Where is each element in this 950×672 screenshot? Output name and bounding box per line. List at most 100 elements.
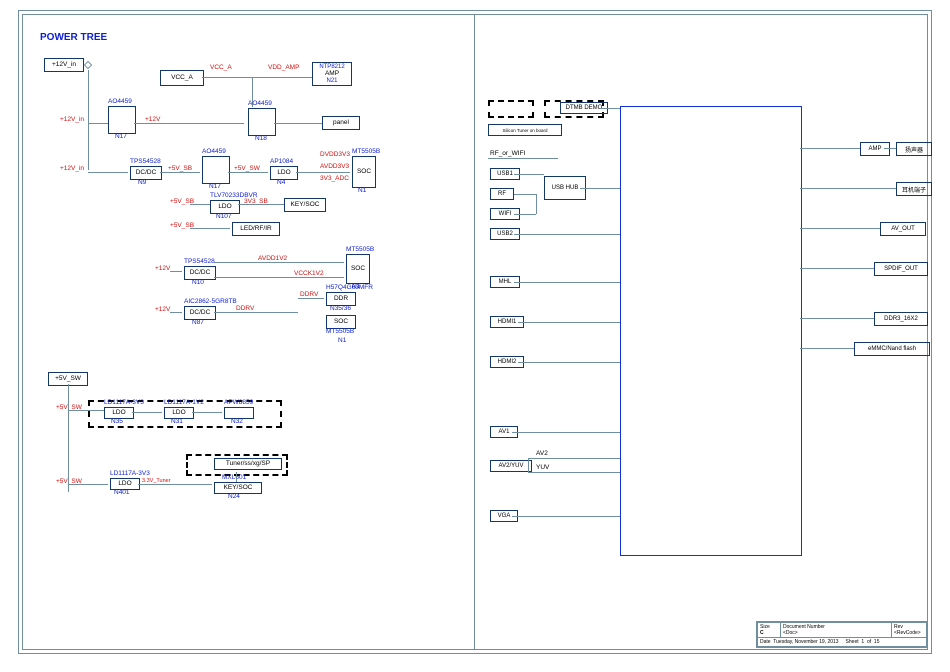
wire [518,362,620,363]
wire [134,123,244,124]
wire [68,484,108,485]
rf-wifi-label: RF_or_WIFI [490,150,525,157]
ao4459-2-box [248,108,276,136]
wire [214,277,344,278]
wire [514,214,536,215]
wire [600,108,620,109]
wire [88,172,128,173]
amp-out-box: AMP [860,142,890,156]
wire [236,472,237,482]
wire [514,234,620,235]
wire [580,188,620,189]
tlv-box: LDO [210,200,240,214]
tps-2-box: DC/DC [184,266,216,280]
n10: N10 [192,279,204,286]
n35: N35/36 [330,305,351,312]
n4: N4 [277,179,285,186]
center-divider [474,14,475,650]
wire [518,322,620,323]
n87: N87 [192,319,204,326]
wire [274,123,322,124]
ddr-box: DDR [326,292,356,306]
n17-1: N17 [115,133,127,140]
panel-box: panel [322,116,360,130]
ap1084: AP1084 [270,158,293,165]
n9: N9 [138,179,146,186]
page-title: POWER TREE [40,32,107,43]
wire [214,262,344,263]
ao4459-1-box [108,106,136,134]
wire [884,148,896,149]
net-ddrv-1: DDRV [236,305,254,312]
ao4459-3-box [202,156,230,184]
wire [800,228,880,229]
wire [190,204,210,205]
mt5505b-3: MT5505B [326,328,354,335]
av2-label: AV2 [536,450,548,457]
n107: N107 [216,213,232,220]
h57q: H57Q4G63MFR [326,284,373,291]
wire [800,318,874,319]
tps-1: TPS54528 [130,158,161,165]
wire [170,312,182,313]
n1-3: N1 [338,337,346,344]
emmc-box: eMMC/Nand flash [854,342,930,356]
ld1117-3v3-b: LD1117A-3V3 [110,470,150,477]
net-12vin: +12V_in [60,116,84,123]
net-avdd1v2: AVDD1V2 [258,255,287,262]
n17-2: N17 [209,183,221,190]
wire [88,70,89,170]
wire [512,516,620,517]
net-12vin-2: +12V_in [60,165,84,172]
ld1117-1v2: LD1117A-1V2 [164,399,204,406]
soc-3-box: SOC [326,315,356,329]
av2yuv-box: AV2/YUV [490,460,532,472]
mxl601: MXL601 [222,474,246,481]
amp-chip: NTP8212 AMP N21 [312,62,352,86]
net-avdd3v3: AVDD3V3 [320,163,349,170]
n35b: N35 [111,418,123,425]
wire [514,282,620,283]
wire [214,312,298,313]
title-block: SizeC Document Number<Doc> Rev<RevCode> … [756,621,928,648]
n1-1: N1 [358,187,366,194]
soc-2-box: SOC [346,254,370,284]
net-ddrv-2: DDRV [300,291,318,298]
net-12v-2: +12V [155,265,170,272]
net-vdd-amp: VDD_AMP [268,64,299,71]
spdif-box: SPDIF_OUT [874,262,928,276]
wire [68,384,69,492]
wire [202,77,252,78]
aic-box: DC/DC [184,306,216,320]
mt5505b-1: MT5505B [352,148,380,155]
wire [528,458,620,459]
wire [132,412,162,413]
n401: N401 [114,489,130,496]
soc-1-box: SOC [352,156,376,188]
net-vcck1v2: VCCK1V2 [294,270,324,277]
net-3v3adc: 3V3_ADC [320,175,349,182]
wire [252,77,312,78]
silicon-tuner-box: Silicon Tuner on board [488,124,562,136]
wire [488,158,558,159]
wire [800,188,896,189]
avout-box: AV_OUT [880,222,926,236]
net-dvdd3v3: DVDD3V3 [320,151,350,158]
n32: N32 [231,418,243,425]
speaker-box: 扬声器 [896,142,932,156]
ddr3-box: DDR3_16X2 [874,312,928,326]
tuner-line-box: Tuner/ss/xg/SP [214,458,282,470]
ledrfir: LED/RF/IR [232,222,280,236]
n24: N24 [228,493,240,500]
wire [514,194,536,195]
wire [170,271,182,272]
wire [296,172,350,173]
ld1117-3v3-a: LD1117A-3V3 [104,399,144,406]
ao4459-3: AO4459 [202,148,226,155]
wire [138,484,212,485]
wire [800,268,874,269]
wire [238,204,284,205]
dashed-left [488,100,534,118]
main-soc-block [620,106,802,556]
ao4459-1: AO4459 [108,98,132,105]
